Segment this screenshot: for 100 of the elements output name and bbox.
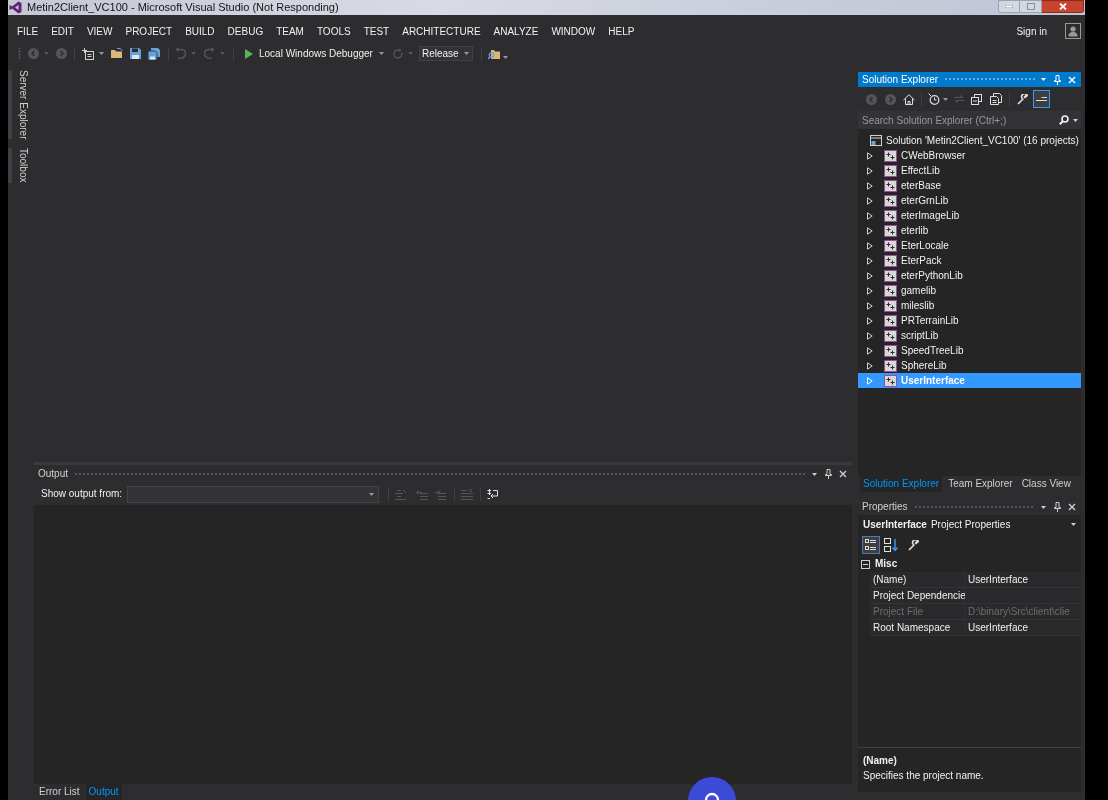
expand-arrow-icon[interactable] [867,361,873,370]
menu-item[interactable]: VIEW [80,27,119,37]
save-icon[interactable] [130,48,141,59]
object-selector[interactable]: UserInterface Project Properties [858,515,1081,534]
close-icon[interactable] [839,470,847,478]
collapse-icon[interactable] [861,559,870,569]
expand-arrow-icon[interactable] [867,181,873,190]
panel-title: Properties [862,502,908,512]
menu-item[interactable]: DEBUG [221,27,270,37]
wrench-icon[interactable] [908,539,919,551]
expand-arrow-icon[interactable] [867,196,873,205]
tree-item[interactable]: eterImageLib [858,208,1081,223]
expand-arrow-icon[interactable] [867,286,873,295]
app-logo-icon [9,1,22,14]
wrench-icon[interactable] [1017,93,1028,105]
close-icon[interactable] [1068,503,1076,511]
home-icon[interactable] [903,93,915,105]
start-debugging-button[interactable]: Local Windows Debugger [245,48,373,59]
panel-tab[interactable]: Solution Explorer [860,476,943,492]
tree-item[interactable]: SpeedTreeLib [858,343,1081,358]
project-icon [884,284,897,297]
caret-icon[interactable] [1071,523,1076,526]
pin-icon[interactable] [825,469,832,479]
category-header[interactable]: Misc [858,556,1081,572]
panel-title: Solution Explorer [862,74,939,85]
menu-item[interactable]: WINDOW [545,27,602,37]
panel-tab[interactable]: Output [85,784,122,800]
caret-icon[interactable] [943,97,948,101]
menu-item[interactable]: ARCHITECTURE [396,27,487,37]
expand-arrow-icon[interactable] [867,346,873,355]
expand-arrow-icon[interactable] [867,226,873,235]
expand-arrow-icon[interactable] [867,211,873,220]
caret-icon[interactable] [99,52,104,55]
tree-item[interactable]: EterPack [858,253,1081,268]
property-name: (Name) [870,572,965,588]
tree-item[interactable]: PRTerrainLib [858,313,1081,328]
user-avatar-icon[interactable] [1065,23,1081,39]
caret-icon[interactable] [378,52,384,55]
new-project-icon[interactable] [82,47,94,60]
menu-item[interactable]: TEAM [270,27,310,37]
tree-item[interactable]: scriptLib [858,328,1081,343]
caret-icon[interactable] [463,52,469,55]
expand-arrow-icon[interactable] [867,301,873,310]
search-button[interactable] [1059,111,1081,129]
close-icon [1058,3,1067,10]
project-icon [884,359,897,372]
expand-arrow-icon[interactable] [867,151,873,160]
tree-item[interactable]: EffectLib [858,163,1081,178]
menu-item[interactable]: FILE [11,27,45,37]
caret-icon[interactable] [1041,505,1046,509]
menu-item[interactable]: HELP [602,27,641,37]
tree-item[interactable]: mileslib [858,298,1081,313]
collapse-all-icon[interactable] [971,93,982,105]
sort-alphabetical-icon[interactable] [884,538,898,552]
pin-icon[interactable] [1054,74,1061,85]
menu-item[interactable]: EDIT [45,27,80,37]
menu-item[interactable]: TEST [357,27,396,37]
tree-item[interactable]: eterBase [858,178,1081,193]
expand-arrow-icon[interactable] [867,241,873,250]
search-field[interactable]: Search Solution Explorer (Ctrl+;) [858,111,1059,129]
expand-arrow-icon[interactable] [867,331,873,340]
tree-item[interactable]: EterLocale [858,238,1081,253]
tree-item[interactable]: CWebBrowser [858,148,1081,163]
find-in-files-icon[interactable] [487,47,500,60]
tree-item[interactable]: gamelib [858,283,1081,298]
menu-item[interactable]: TOOLS [310,27,357,37]
property-name: Project File [870,604,965,620]
description-title: (Name) [863,756,898,766]
configuration-dropdown[interactable]: Release [418,46,473,61]
property-value[interactable]: UserInterface [965,620,1081,636]
restart-icon[interactable] [392,48,403,59]
menu-item[interactable]: ANALYZE [487,27,545,37]
tree-item[interactable]: eterPythonLib [858,268,1081,283]
save-all-icon[interactable] [148,47,160,60]
history-icon[interactable] [928,93,940,105]
tree-item[interactable]: SphereLib [858,358,1081,373]
caret-icon[interactable] [369,492,375,496]
word-wrap-icon[interactable] [487,488,500,500]
panel-tab[interactable]: Team Explorer [945,476,1016,492]
menu-item[interactable]: PROJECT [119,27,179,37]
preview-toggle-icon[interactable] [1033,90,1050,108]
menu-item[interactable]: BUILD [179,27,221,37]
expand-arrow-icon[interactable] [867,316,873,325]
solution-icon [870,135,882,146]
property-value[interactable]: UserInterface [965,572,1081,588]
pin-icon[interactable] [1054,502,1061,512]
categorized-icon[interactable] [862,536,880,554]
expand-arrow-icon[interactable] [867,271,873,280]
tree-item[interactable]: eterlib [858,223,1081,238]
tree-item[interactable]: eterGrnLib [858,193,1081,208]
show-all-files-icon[interactable] [990,93,1002,105]
caret-icon[interactable] [1041,78,1046,81]
caret-icon[interactable] [812,472,817,476]
sign-in-link[interactable]: Sign in [1016,27,1047,37]
folder-icon[interactable] [111,48,123,59]
expand-arrow-icon[interactable] [867,256,873,265]
caret-icon[interactable] [502,56,508,59]
close-button[interactable] [1042,0,1084,13]
expand-arrow-icon[interactable] [867,166,873,175]
tree-item[interactable]: Solution 'Metin2Client_VC100' (16 projects) [858,133,1081,148]
